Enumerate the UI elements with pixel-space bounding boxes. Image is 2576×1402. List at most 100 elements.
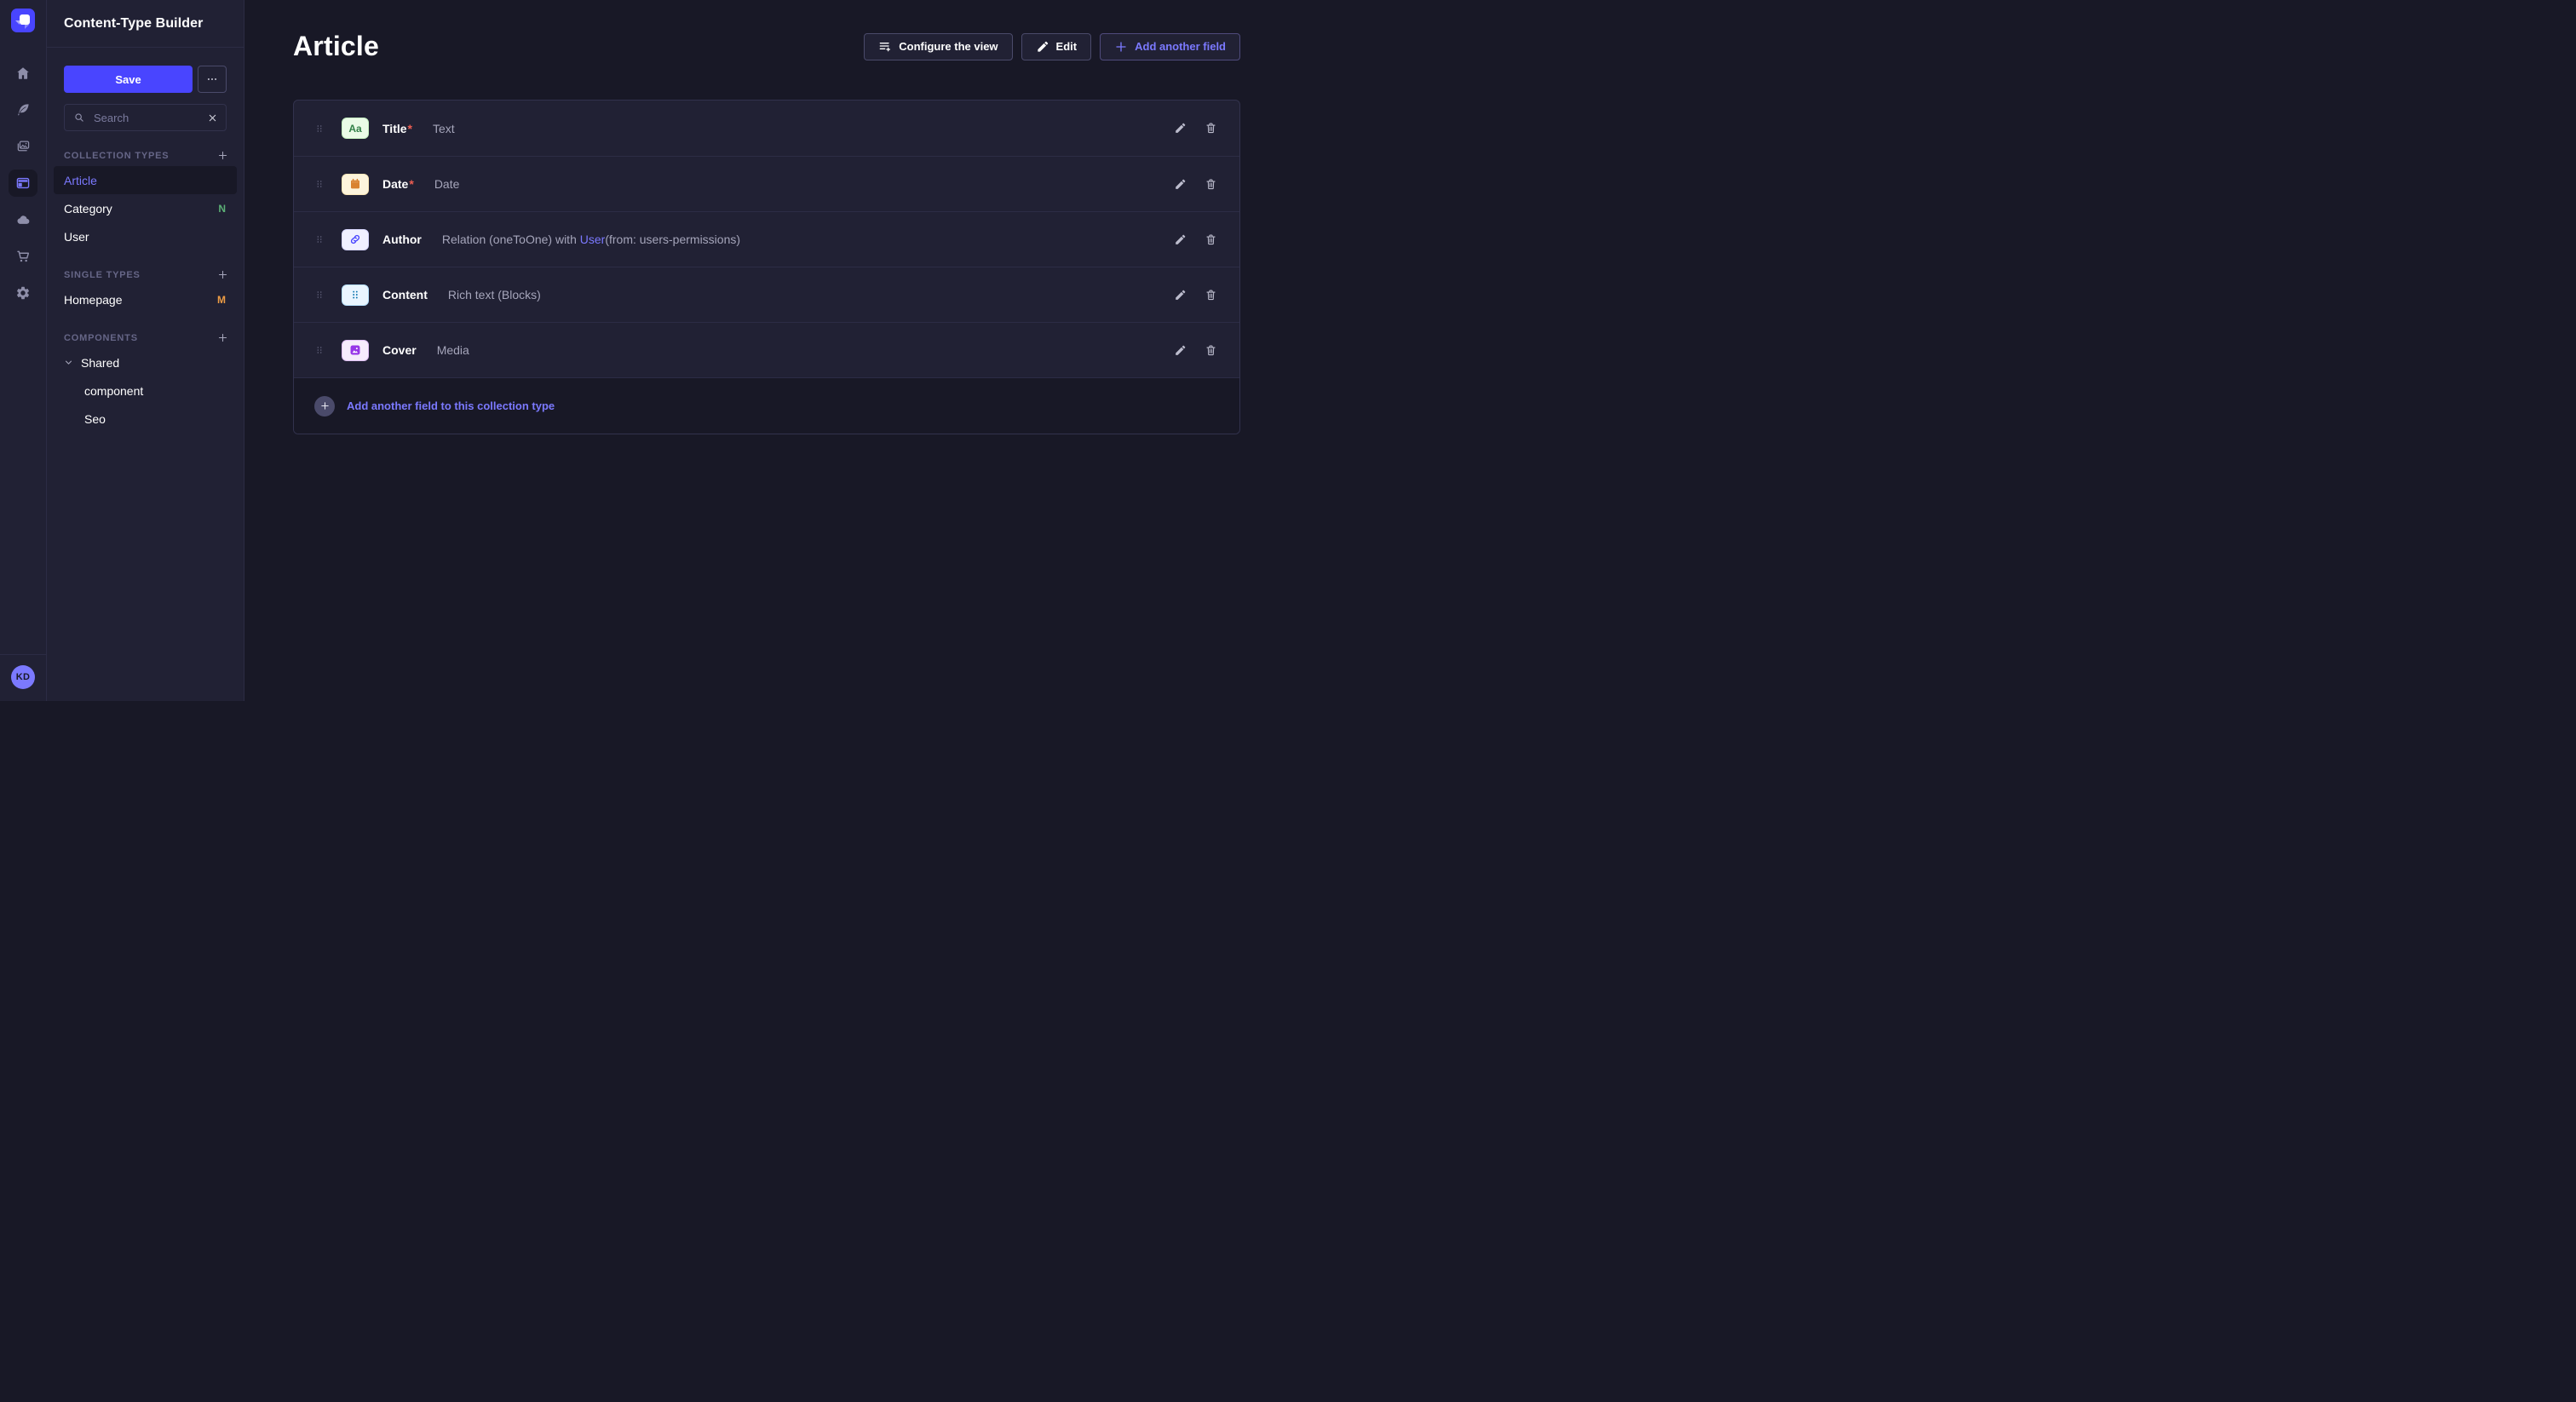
add-another-field-button[interactable]: Add another field <box>1100 33 1240 60</box>
edit-field-button[interactable] <box>1174 344 1187 357</box>
search-box <box>64 104 227 131</box>
search-input[interactable] <box>92 111 201 125</box>
delete-field-button[interactable] <box>1205 178 1217 191</box>
fields-table: AaTitle*TextDate*DateAuthorRelation (one… <box>293 100 1240 434</box>
pencil-icon <box>1174 344 1187 357</box>
edit-field-button[interactable] <box>1174 233 1187 246</box>
relation-field-icon <box>342 229 369 250</box>
delete-field-button[interactable] <box>1205 344 1217 357</box>
required-asterisk: * <box>408 122 412 135</box>
section-add-button[interactable] <box>217 332 228 343</box>
chevron-down-icon <box>64 358 73 367</box>
save-button[interactable]: Save <box>64 66 193 93</box>
sidebar-item-article[interactable]: Article <box>54 166 237 194</box>
rail-item-feather[interactable] <box>9 96 37 124</box>
sidebar-item-homepage[interactable]: HomepageM <box>54 285 237 313</box>
configure-the-view-button[interactable]: Configure the view <box>864 33 1012 60</box>
rail-bottom: KD <box>0 654 46 701</box>
field-type: Relation (oneToOne) with User(from: user… <box>442 233 740 246</box>
main-content: Article Configure the viewEditAdd anothe… <box>244 0 1288 701</box>
edit-field-button[interactable] <box>1174 289 1187 302</box>
strapi-logo-icon[interactable] <box>11 9 35 32</box>
marketplace-cart-icon <box>15 249 31 264</box>
add-field-footer-button[interactable]: Add another field to this collection typ… <box>294 377 1239 434</box>
field-row-cover: CoverMedia <box>294 322 1239 377</box>
sidebar-item-label: component <box>84 384 143 398</box>
blocks-field-icon <box>342 284 369 306</box>
plus-icon <box>217 269 228 280</box>
section-label: COLLECTION TYPES <box>64 151 169 161</box>
trash-icon <box>1205 289 1217 302</box>
sidebar-header: Content-Type Builder <box>47 0 244 48</box>
section-add-button[interactable] <box>217 150 228 161</box>
status-badge: N <box>218 203 228 215</box>
sidebar-item-label: Homepage <box>64 293 123 307</box>
sidebar-item-label: Seo <box>84 412 106 426</box>
edit-field-button[interactable] <box>1174 122 1187 135</box>
home-icon <box>15 66 31 81</box>
plus-icon <box>1114 40 1128 54</box>
delete-field-button[interactable] <box>1205 233 1217 246</box>
settings-gear-icon <box>15 285 31 301</box>
drag-handle[interactable] <box>314 121 325 136</box>
sidebar-title: Content-Type Builder <box>64 16 203 32</box>
sidebar-item-component[interactable]: component <box>54 376 237 405</box>
drag-handle[interactable] <box>314 342 325 358</box>
button-label: Configure the view <box>899 40 998 53</box>
rail-item-marketplace-cart[interactable] <box>9 243 37 270</box>
close-icon <box>208 113 217 123</box>
cloud-icon <box>15 212 31 227</box>
avatar[interactable]: KD <box>11 665 35 689</box>
pencil-icon <box>1174 178 1187 191</box>
plus-circle-icon <box>314 396 335 417</box>
sidebar-item-user[interactable]: User <box>54 222 237 250</box>
rail-item-media-library[interactable] <box>9 133 37 160</box>
drag-handle[interactable] <box>314 176 325 192</box>
drag-handle-icon <box>314 342 325 358</box>
sidebar-section: COLLECTION TYPES Article Category N User <box>47 150 244 250</box>
media-field-icon <box>342 340 369 361</box>
button-label: Add another field <box>1135 40 1226 53</box>
plus-icon <box>217 332 228 343</box>
edit-button[interactable]: Edit <box>1021 33 1092 60</box>
delete-field-button[interactable] <box>1205 122 1217 135</box>
delete-field-button[interactable] <box>1205 289 1217 302</box>
rail-item-cloud[interactable] <box>9 206 37 233</box>
sidebar-item-seo[interactable]: Seo <box>54 405 237 433</box>
add-field-footer-label: Add another field to this collection typ… <box>347 399 555 412</box>
drag-handle-icon <box>314 287 325 302</box>
rail-item-settings-gear[interactable] <box>9 279 37 307</box>
section-header: COLLECTION TYPES <box>64 150 228 161</box>
field-row-author: Author Relation (oneToOne) with User(from… <box>294 211 1239 267</box>
field-name: Content <box>382 288 428 302</box>
rail-nav <box>9 60 37 307</box>
sidebar-section: COMPONENTSSharedcomponentSeo <box>47 332 244 433</box>
edit-field-button[interactable] <box>1174 178 1187 191</box>
relation-target-link[interactable]: User <box>580 233 606 246</box>
sidebar-item-category[interactable]: Category N <box>54 194 237 222</box>
sidebar-item-label: Shared <box>81 356 119 370</box>
section-header: SINGLE TYPES <box>64 269 228 280</box>
drag-handle[interactable] <box>314 232 325 247</box>
rail-item-home[interactable] <box>9 60 37 87</box>
drag-handle[interactable] <box>314 287 325 302</box>
field-name: Author <box>382 233 422 246</box>
sidebar-item-label: Category <box>64 202 112 215</box>
section-label: SINGLE TYPES <box>64 270 141 280</box>
icon-rail: KD <box>0 0 47 701</box>
more-options-button[interactable] <box>198 66 227 93</box>
field-type: Text <box>433 122 455 135</box>
field-name: Title* <box>382 122 412 135</box>
app-window: KD Content-Type Builder Save COLLECTION … <box>0 0 1288 701</box>
section-add-button[interactable] <box>217 269 228 280</box>
trash-icon <box>1205 233 1217 246</box>
clear-search-button[interactable] <box>208 113 217 123</box>
sidebar: Content-Type Builder Save COLLECTION TYP… <box>47 0 244 701</box>
rail-item-content-type-builder[interactable] <box>9 170 37 197</box>
date-field-icon <box>348 177 362 191</box>
pencil-icon <box>1174 233 1187 246</box>
pencil-icon <box>1174 122 1187 135</box>
sidebar-item-shared[interactable]: Shared <box>54 348 237 376</box>
field-row-content: ContentRich text (Blocks) <box>294 267 1239 322</box>
sidebar-sections: COLLECTION TYPES Article Category N User SING… <box>47 131 244 433</box>
